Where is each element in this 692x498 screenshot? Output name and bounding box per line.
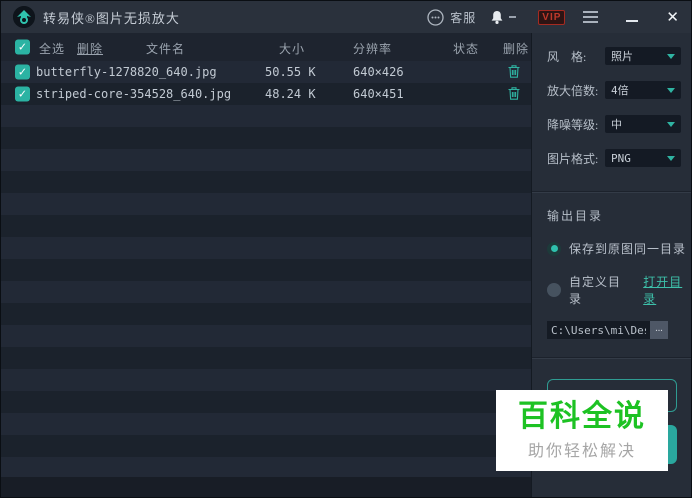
- denoise-select[interactable]: 中: [605, 115, 681, 133]
- trash-icon: [508, 65, 520, 78]
- watermark-title: 百科全说: [518, 400, 646, 433]
- file-size: 50.55 K: [265, 65, 316, 79]
- denoise-label: 降噪等级:: [547, 117, 599, 132]
- column-header-delete: 删除: [503, 42, 530, 56]
- customer-service-label: 客服: [450, 10, 477, 25]
- file-name: striped-core-354528_640.jpg: [36, 87, 232, 101]
- app-window: 转易侠®图片无损放大 客服 VIP ✕ ✓ 全选 删除 文件名 大小 分辨率 状…: [0, 0, 692, 498]
- format-value: PNG: [611, 151, 631, 165]
- column-header-size: 大小: [279, 42, 306, 56]
- delete-selected-link[interactable]: 删除: [77, 40, 103, 57]
- empty-list-area: [1, 105, 531, 477]
- list-footer: [1, 477, 531, 497]
- scale-select[interactable]: 4倍: [605, 81, 681, 99]
- file-resolution: 640×451: [353, 87, 404, 101]
- notification-caret-icon: [509, 16, 517, 18]
- row-checkbox[interactable]: ✓: [15, 86, 30, 102]
- file-resolution: 640×426: [353, 65, 404, 79]
- chevron-down-icon: [667, 87, 675, 93]
- setting-format: 图片格式: PNG: [547, 149, 691, 167]
- select-all-checkbox[interactable]: ✓: [15, 39, 30, 55]
- row-checkbox[interactable]: ✓: [15, 64, 30, 80]
- browse-button[interactable]: ...: [650, 321, 668, 339]
- chevron-down-icon: [667, 53, 675, 59]
- open-directory-link[interactable]: 打开目录: [643, 273, 691, 307]
- column-header-status: 状态: [453, 42, 480, 56]
- style-select[interactable]: 照片: [605, 47, 681, 65]
- chevron-down-icon: [667, 155, 675, 161]
- app-title: 转易侠®图片无损放大: [43, 10, 180, 26]
- option-custom-directory[interactable]: 自定义目录 打开目录: [547, 273, 691, 307]
- customer-service-button[interactable]: 客服: [427, 8, 477, 26]
- select-all-label[interactable]: 全选: [39, 40, 65, 57]
- setting-scale: 放大倍数: 4倍: [547, 81, 691, 99]
- list-header: ✓ 全选 删除 文件名 大小 分辨率 状态 删除: [1, 33, 531, 61]
- menu-button[interactable]: [583, 11, 599, 23]
- style-value: 照片: [611, 50, 633, 63]
- close-button[interactable]: ✕: [666, 9, 679, 25]
- format-select[interactable]: PNG: [605, 149, 681, 167]
- watermark-overlay: 百科全说 助你轻松解决: [496, 390, 668, 471]
- format-label: 图片格式:: [547, 151, 599, 166]
- output-section: 输出目录 保存到原图同一目录 自定义目录 打开目录 ...: [532, 193, 691, 357]
- settings-section: 风 格: 照片 放大倍数: 4倍 降噪等级: 中 图片格式: PNG: [532, 33, 691, 191]
- style-label: 风 格:: [547, 49, 587, 64]
- table-row[interactable]: ✓ striped-core-354528_640.jpg 48.24 K 64…: [1, 83, 531, 105]
- file-list: ✓ 全选 删除 文件名 大小 分辨率 状态 删除 ✓ butterfly-127…: [1, 33, 531, 497]
- trash-icon: [508, 87, 520, 100]
- vip-badge[interactable]: VIP: [538, 9, 566, 25]
- option-same-directory[interactable]: 保存到原图同一目录: [547, 240, 691, 257]
- delete-row-button[interactable]: [507, 64, 521, 83]
- menu-icon: [583, 11, 599, 13]
- scale-label: 放大倍数:: [547, 83, 599, 98]
- radio-unselected-icon[interactable]: [547, 283, 561, 297]
- output-path-row: ...: [547, 321, 691, 339]
- file-size: 48.24 K: [265, 87, 316, 101]
- watermark-subtitle: 助你轻松解决: [527, 443, 636, 460]
- table-row[interactable]: ✓ butterfly-1278820_640.jpg 50.55 K 640×…: [1, 61, 531, 83]
- radio-selected-icon[interactable]: [547, 241, 561, 256]
- output-dir-title: 输出目录: [547, 209, 604, 223]
- denoise-value: 中: [611, 118, 622, 131]
- column-header-resolution: 分辨率: [353, 42, 393, 56]
- column-header-filename: 文件名: [146, 42, 186, 56]
- output-path-input[interactable]: [547, 321, 650, 339]
- delete-row-button[interactable]: [507, 86, 521, 105]
- chat-bubble-icon: [427, 8, 444, 26]
- setting-style: 风 格: 照片: [547, 47, 691, 65]
- titlebar-actions: 客服 VIP ✕: [427, 8, 679, 26]
- notification-button[interactable]: [490, 10, 517, 25]
- minimize-button[interactable]: [626, 20, 639, 22]
- chevron-down-icon: [667, 121, 675, 127]
- title-bar: 转易侠®图片无损放大 客服 VIP ✕: [1, 1, 691, 33]
- bell-icon: [491, 10, 503, 24]
- scale-value: 4倍: [611, 84, 629, 97]
- app-logo-icon: [13, 6, 35, 28]
- setting-denoise: 降噪等级: 中: [547, 115, 691, 133]
- same-directory-label: 保存到原图同一目录: [569, 242, 687, 256]
- custom-directory-label: 自定义目录: [569, 275, 622, 306]
- file-name: butterfly-1278820_640.jpg: [36, 65, 217, 79]
